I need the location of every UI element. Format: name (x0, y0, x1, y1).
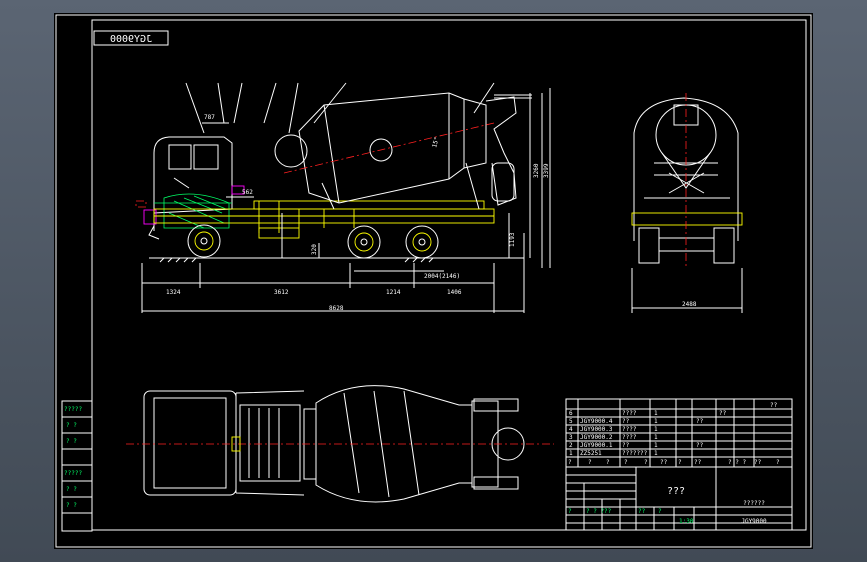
title-sign-label: ?? (604, 508, 612, 515)
parts-cell-qty: 1 (654, 434, 658, 441)
parts-row: 2 JGY9000.1?? 1?? (569, 442, 704, 449)
dim-ground-clear: 320 (311, 244, 318, 255)
parts-cell-qty: 1 (654, 450, 658, 457)
parts-cell-no: 1 (569, 450, 573, 457)
parts-cell-name: ???? (622, 410, 637, 417)
parts-cell-no: 4 (569, 426, 573, 433)
front-wheel (187, 224, 221, 258)
left-panel-row-1: ????? (64, 406, 82, 413)
parts-cell-code: JGY9000.2 (580, 434, 613, 441)
parts-row: 1 ZZ5251??????? 1 (569, 450, 658, 457)
parts-cell-code: JGY9000.1 (580, 442, 613, 449)
parts-cell-no: 6 (569, 410, 573, 417)
hopper (485, 96, 517, 206)
cab-window-1 (168, 144, 192, 170)
parts-cell-qty: 1 (654, 418, 658, 425)
subframe (253, 200, 485, 210)
parts-cell-name: ??????? (622, 450, 648, 457)
parts-column-head: ? (606, 459, 610, 466)
parts-cell-name: ?? (622, 442, 630, 449)
parts-column-head: ? (644, 459, 648, 466)
parts-column-head: ?? (660, 459, 668, 466)
title-right: ?????? (743, 500, 765, 507)
rear-bumper (631, 212, 743, 226)
parts-row: 5 JGY9000.4?? 1?? (569, 418, 704, 425)
parts-cell-no: 2 (569, 442, 573, 449)
dim-axle-spacing: 1214 (386, 289, 401, 296)
rear-wheel-right (713, 227, 735, 264)
title-center: ??? (667, 486, 685, 497)
title-sign-label: ?? (638, 508, 646, 515)
parts-column-head: ?? (754, 459, 762, 466)
title-sign-labels: ? ? ? ?????? (568, 508, 662, 515)
rear-wheel-1 (347, 225, 381, 259)
side-view (135, 82, 551, 313)
rear-wheel-2 (405, 225, 439, 259)
parts-column-head: ? (568, 459, 572, 466)
title-drawing-code: JGY9000 (741, 518, 767, 525)
cad-drawing: JGY9000 1324 3612 1214 1406 8628 2004(21… (55, 14, 812, 548)
rear-wheel-left (638, 227, 660, 264)
dim-drum-height: 3260 (533, 163, 540, 178)
parts-cell-name: ???? (622, 434, 637, 441)
parts-cell-qty: 1 (654, 410, 658, 417)
rear-view (631, 93, 743, 313)
dim-rear-axle: 2004(2146) (424, 273, 460, 280)
left-panel-row-6: ? ? (66, 502, 77, 509)
parts-row: 4 JGY9000.3???? 1 (569, 426, 658, 433)
parts-cell-name: ???? (622, 426, 637, 433)
parts-cell-code: ZZ5251 (580, 450, 602, 457)
title-scale: 1:30 (679, 518, 694, 525)
parts-cell-no: 5 (569, 418, 573, 425)
dim-cab: 787 (204, 114, 215, 121)
parts-column-head: ?? (694, 459, 702, 466)
title-sign-label: ? (658, 508, 662, 515)
title-sign-label: ? ? ? (586, 508, 604, 515)
parts-cell-mat: ?? (696, 418, 704, 425)
dim-front-overhang: 1324 (166, 289, 181, 296)
cad-viewport[interactable]: JGY9000 1324 3612 1214 1406 8628 2004(21… (0, 0, 867, 562)
parts-cell-note: ?? (719, 410, 727, 417)
parts-cell-name: ?? (622, 418, 630, 425)
dim-wheelbase: 3612 (274, 289, 289, 296)
parts-column-heads: ?????????? ? ? ???? (568, 459, 780, 466)
left-panel-row-5: ? ? (66, 486, 77, 493)
left-panel-row-4: ????? (64, 470, 82, 477)
parts-cell-qty: 1 (654, 442, 658, 449)
dim-overall-height: 3399 (543, 163, 550, 178)
left-panel (61, 400, 93, 532)
dim-drum-angle: 15° (431, 136, 441, 148)
top-view (126, 385, 554, 503)
parts-cell-mat: ?? (696, 442, 704, 449)
parts-cell-no: 3 (569, 434, 573, 441)
cab-window-2 (193, 144, 219, 170)
dim-overall-length: 8628 (329, 305, 344, 312)
parts-column-head: ? ? ? (728, 459, 746, 466)
parts-row: 6???? 1?? (569, 410, 727, 417)
parts-column-head: ? (678, 459, 682, 466)
parts-cell-code: JGY9000.4 (580, 418, 613, 425)
parts-cell-qty: 1 (654, 426, 658, 433)
mirrored-code-box: JGY9000 (93, 30, 169, 46)
parts-column-head: ? (776, 459, 780, 466)
cab-outline (153, 136, 233, 231)
parts-column-head: ? (624, 459, 628, 466)
dim-rear-overhang: 1406 (447, 289, 462, 296)
left-panel-row-2: ? ? (66, 422, 77, 429)
mirrored-code: JGY9000 (110, 34, 152, 45)
title-sign-label: ? (568, 508, 572, 515)
left-panel-row-3: ? ? (66, 438, 77, 445)
parts-header: ?? (770, 402, 778, 409)
cab-top (143, 390, 237, 496)
drum-axis (283, 122, 495, 174)
drawing-sheet[interactable]: JGY9000 1324 3612 1214 1406 8628 2004(21… (54, 13, 813, 549)
parts-cell-code: JGY9000.3 (580, 426, 613, 433)
dim-mid: 562 (242, 189, 253, 196)
dim-frame-height: 1193 (509, 232, 516, 247)
dim-overall-width: 2488 (682, 301, 697, 308)
parts-column-head: ? (588, 459, 592, 466)
parts-row: 3 JGY9000.2???? 1 (569, 434, 658, 441)
chute (491, 162, 515, 202)
